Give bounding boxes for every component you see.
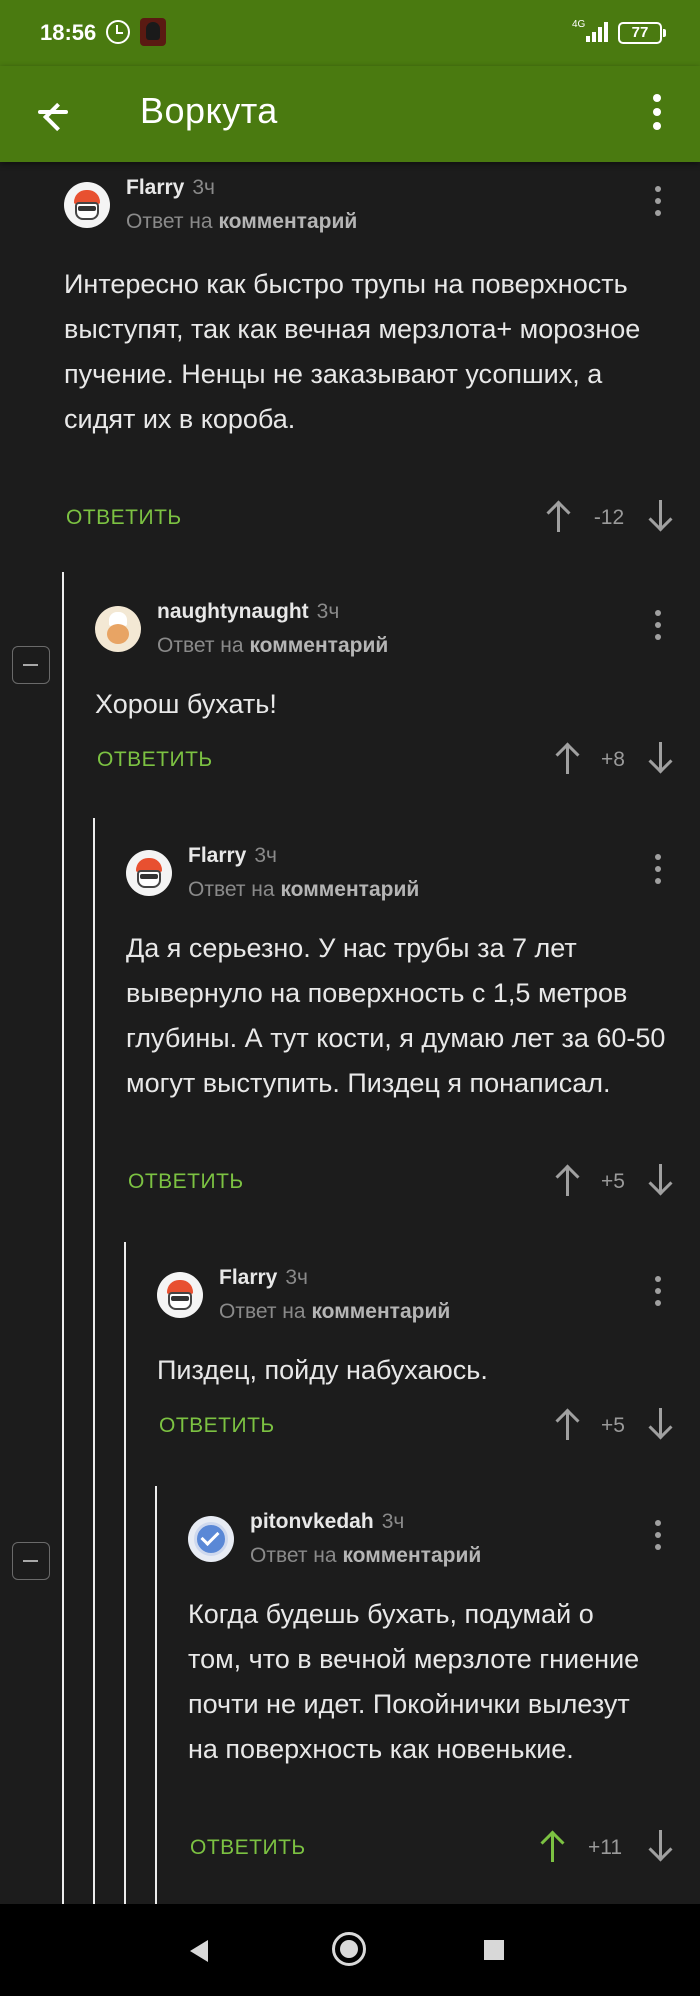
network-type: 4G xyxy=(572,19,586,30)
comment-menu-icon[interactable] xyxy=(650,852,666,888)
comment-username[interactable]: naughtynaught 3ч xyxy=(157,600,339,624)
alarm-icon xyxy=(106,20,130,44)
comment-menu-icon[interactable] xyxy=(650,184,666,220)
downvote-arrow-icon[interactable] xyxy=(648,1164,673,1196)
signal-icon xyxy=(586,20,610,42)
comment-username[interactable]: pitonvkedah 3ч xyxy=(250,1510,404,1534)
reply-button[interactable]: ОТВЕТИТЬ xyxy=(128,1170,244,1194)
comment-username[interactable]: Flarry 3ч xyxy=(188,844,277,868)
reply-to-line[interactable]: Ответ на комментарий xyxy=(219,1300,450,1324)
thread-line xyxy=(93,818,95,1904)
comment-menu-icon[interactable] xyxy=(650,1274,666,1310)
app-bar: Воркута xyxy=(0,66,700,162)
upvote-arrow-icon[interactable] xyxy=(540,1830,565,1862)
collapse-thread-button[interactable] xyxy=(12,646,50,684)
comment-menu-icon[interactable] xyxy=(650,608,666,644)
page-title: Воркута xyxy=(140,90,278,131)
cook-avatar[interactable] xyxy=(95,606,141,652)
downvote-arrow-icon[interactable] xyxy=(648,1830,673,1862)
comment-rating: +8 xyxy=(601,748,625,771)
upvote-arrow-icon[interactable] xyxy=(555,1408,580,1440)
reply-to-line[interactable]: Ответ на комментарий xyxy=(157,634,388,658)
comment-rating: +11 xyxy=(587,1836,623,1859)
upvote-arrow-icon[interactable] xyxy=(555,1164,580,1196)
comment-username[interactable]: Flarry 3ч xyxy=(126,176,215,200)
reply-to-line[interactable]: Ответ на комментарий xyxy=(250,1544,481,1568)
downvote-arrow-icon[interactable] xyxy=(648,742,673,774)
back-arrow-icon[interactable] xyxy=(34,92,74,132)
comment-time: 3ч xyxy=(192,176,215,199)
nav-recents-icon[interactable] xyxy=(484,1940,504,1960)
collapse-thread-button[interactable] xyxy=(12,1542,50,1580)
comment-menu-icon[interactable] xyxy=(650,1518,666,1554)
reply-to-line[interactable]: Ответ на комментарий xyxy=(126,210,357,234)
comment-text: Интересно как быстро трупы на поверхност… xyxy=(64,269,641,434)
nav-home-icon[interactable] xyxy=(332,1932,366,1966)
comment-time: 3ч xyxy=(316,600,340,623)
comment-rating: +5 xyxy=(601,1414,625,1437)
stormtrooper-avatar[interactable] xyxy=(64,182,110,228)
comment-text: Хорош бухать! xyxy=(95,689,277,719)
thread-line xyxy=(124,1242,126,1904)
status-time: 18:56 xyxy=(40,20,97,45)
comment-time: 3ч xyxy=(254,844,277,867)
upvote-arrow-icon[interactable] xyxy=(555,742,580,774)
battery-icon: 77 xyxy=(618,22,666,44)
stormtrooper-avatar[interactable] xyxy=(157,1272,203,1318)
comment-time: 3ч xyxy=(285,1266,308,1289)
downvote-arrow-icon[interactable] xyxy=(648,1408,673,1440)
comment-rating: +5 xyxy=(601,1170,625,1193)
comment-time: 3ч xyxy=(381,1510,405,1533)
downvote-arrow-icon[interactable] xyxy=(648,500,673,532)
reply-button[interactable]: ОТВЕТИТЬ xyxy=(190,1836,306,1860)
nav-back-icon[interactable] xyxy=(190,1940,208,1962)
verified-avatar[interactable] xyxy=(188,1516,234,1562)
app-notification-icon xyxy=(140,18,166,46)
overflow-menu-icon[interactable] xyxy=(648,90,666,134)
reply-button[interactable]: ОТВЕТИТЬ xyxy=(66,506,182,530)
comment-text: Когда будешь бухать, подумай о том, что … xyxy=(188,1599,640,1764)
status-bar: 18:56 4G 77 xyxy=(0,0,700,66)
thread-line xyxy=(155,1486,157,1904)
reply-to-line[interactable]: Ответ на комментарий xyxy=(188,878,419,902)
comment-username[interactable]: Flarry 3ч xyxy=(219,1266,308,1290)
reply-button[interactable]: ОТВЕТИТЬ xyxy=(97,748,213,772)
comments-thread[interactable]: Flarry 3ч Ответ на комментарий Интересно … xyxy=(0,162,700,1904)
stormtrooper-avatar[interactable] xyxy=(126,850,172,896)
system-nav-bar xyxy=(0,1904,700,1996)
thread-line xyxy=(62,572,64,1904)
comment-text: Да я серьезно. У нас трубы за 7 лет выве… xyxy=(126,933,666,1098)
reply-button[interactable]: ОТВЕТИТЬ xyxy=(159,1414,275,1438)
comment-rating: -12 xyxy=(593,506,625,529)
upvote-arrow-icon[interactable] xyxy=(546,500,571,532)
comment-text: Пиздец, пойду набухаюсь. xyxy=(157,1355,488,1385)
